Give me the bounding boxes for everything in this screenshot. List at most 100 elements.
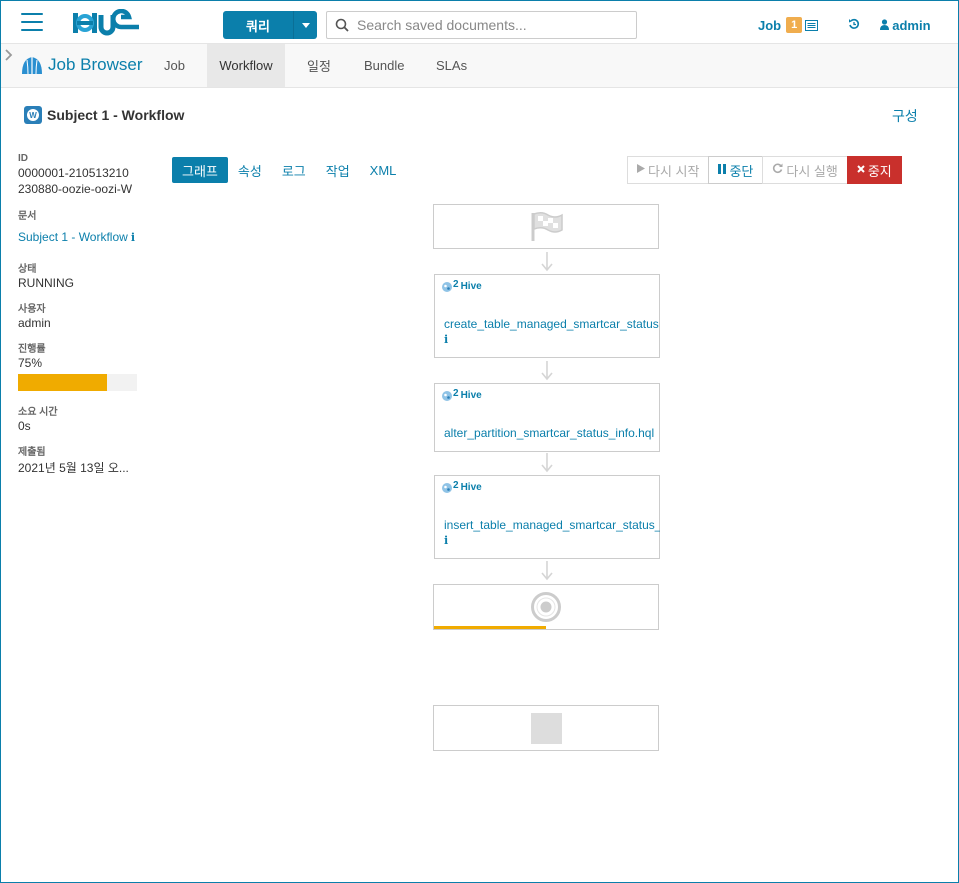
start-node — [433, 204, 659, 249]
document-label: 문서 — [18, 211, 37, 222]
play-icon — [637, 164, 645, 176]
job-indicator[interactable]: Job 1 — [758, 17, 819, 33]
info-icon[interactable]: i — [444, 333, 448, 346]
workflow-title-text: Subject 1 - Workflow — [47, 107, 185, 123]
target-icon — [531, 592, 561, 622]
tab-properties[interactable]: 속성 — [228, 157, 272, 183]
detail-tabs: 그래프 속성 로그 작업 XML — [172, 157, 406, 183]
caret-down-icon[interactable] — [294, 11, 317, 39]
job-details-sidebar: ID 0000001-210513210 230880-oozie-oozi-W… — [18, 153, 143, 476]
config-link[interactable]: 구성 — [892, 106, 918, 126]
subnav-tab-schedule[interactable]: 일정 — [297, 44, 341, 87]
tab-tasks[interactable]: 작업 — [316, 157, 360, 183]
node-header: 2 Hive — [441, 279, 482, 293]
app-title-label: Job Browser — [48, 55, 143, 74]
restart-label: 다시 시작 — [648, 163, 700, 179]
hive-icon — [442, 282, 452, 292]
menu-icon[interactable] — [21, 13, 43, 31]
tab-xml[interactable]: XML — [360, 157, 407, 183]
id-value-line2: 230880-oozie-oozi-W — [18, 182, 133, 196]
submitted-label: 제출됨 — [18, 447, 46, 458]
node-name[interactable]: insert_table_managed_smartcar_status_ — [444, 518, 660, 532]
node-name[interactable]: alter_partition_smartcar_status_info.hql — [444, 426, 660, 440]
node-progress-bar — [434, 626, 546, 629]
search-icon — [327, 18, 357, 32]
restart-button[interactable]: 다시 시작 — [627, 156, 710, 184]
suspend-label: 중단 — [729, 163, 754, 179]
duration-value: 0s — [18, 419, 31, 433]
info-icon[interactable]: i — [131, 231, 135, 244]
action-node[interactable]: 2 Hive alter_partition_smartcar_status_i… — [434, 383, 660, 452]
user-label: 사용자 — [18, 304, 46, 315]
query-button[interactable]: 쿼리 — [223, 11, 317, 39]
node-count: 2 — [453, 388, 459, 399]
arrow-down-icon — [541, 361, 553, 381]
subnav-tab-slas[interactable]: SLAs — [426, 44, 477, 87]
action-node[interactable]: 2 Hive create_table_managed_smartcar_sta… — [434, 274, 660, 358]
progress-bar — [18, 374, 137, 391]
arrow-down-icon — [541, 252, 553, 272]
subnav-tab-job[interactable]: Job — [154, 44, 195, 87]
duration-label: 소요 시간 — [18, 407, 58, 418]
status-value: RUNNING — [18, 276, 74, 290]
info-icon[interactable]: i — [444, 534, 448, 547]
workflow-actions: 다시 시작 중단 다시 실행 중지 — [627, 156, 902, 184]
subnav-tab-bundle[interactable]: Bundle — [354, 44, 414, 87]
app-title[interactable]: Job Browser — [21, 55, 142, 75]
search-box[interactable] — [326, 11, 637, 39]
node-count: 2 — [453, 279, 459, 290]
search-input[interactable] — [357, 17, 627, 33]
node-count: 2 — [453, 480, 459, 491]
status-label: 상태 — [18, 264, 37, 275]
top-right-controls: Job 1 admin — [758, 17, 931, 33]
node-type: Hive — [460, 390, 482, 401]
progress-value: 75% — [18, 356, 43, 370]
kill-node — [433, 705, 659, 751]
user-icon — [880, 18, 890, 33]
document-row: Subject 1 - Workflow i — [18, 230, 143, 244]
subnav-tab-workflow[interactable]: Workflow — [207, 44, 285, 87]
app-subnav: Job Browser Job Workflow 일정 Bundle SLAs — [1, 44, 958, 88]
node-header: 2 Hive — [441, 480, 482, 494]
workflow-title: W Subject 1 - Workflow — [24, 106, 184, 124]
top-navbar: 쿼리 Job 1 admin — [1, 1, 958, 44]
submitted-value: 2021년 5월 13일 오... — [18, 461, 129, 475]
tab-logs[interactable]: 로그 — [272, 157, 316, 183]
progress-bar-fill — [18, 374, 108, 391]
chevron-right-icon[interactable] — [5, 48, 13, 64]
node-type: Hive — [460, 281, 482, 292]
end-node — [433, 584, 659, 630]
workflow-icon: W — [24, 106, 42, 124]
job-count-badge: 1 — [786, 17, 803, 33]
rerun-button[interactable]: 다시 실행 — [762, 156, 848, 184]
hive-icon — [442, 483, 452, 493]
arrow-down-icon — [541, 453, 553, 473]
query-button-label[interactable]: 쿼리 — [223, 11, 294, 39]
job-browser-icon — [22, 57, 42, 75]
arrow-down-icon — [541, 561, 553, 581]
user-value: admin — [18, 316, 51, 330]
progress-label: 진행률 — [18, 344, 46, 355]
suspend-button[interactable]: 중단 — [708, 156, 764, 184]
user-menu[interactable]: admin — [880, 17, 931, 33]
refresh-icon — [772, 163, 783, 177]
node-name[interactable]: create_table_managed_smartcar_status — [444, 317, 660, 331]
job-label: Job — [758, 17, 782, 33]
document-link[interactable]: Subject 1 - Workflow — [18, 230, 128, 244]
history-icon[interactable] — [848, 18, 860, 33]
hive-icon — [442, 391, 452, 401]
id-value-line1: 0000001-210513210 — [18, 166, 129, 180]
action-node[interactable]: 2 Hive insert_table_managed_smartcar_sta… — [434, 475, 660, 559]
user-name: admin — [892, 17, 931, 33]
pause-icon — [718, 163, 727, 177]
id-label: ID — [18, 153, 28, 164]
kill-button[interactable]: 중지 — [846, 156, 902, 184]
rerun-label: 다시 실행 — [786, 163, 838, 179]
close-icon — [857, 164, 865, 176]
stop-icon — [531, 713, 562, 744]
hue-logo[interactable] — [71, 8, 159, 40]
tab-graph[interactable]: 그래프 — [172, 157, 228, 183]
node-type: Hive — [460, 482, 482, 493]
flag-icon — [531, 211, 563, 241]
kill-label: 중지 — [867, 163, 892, 179]
